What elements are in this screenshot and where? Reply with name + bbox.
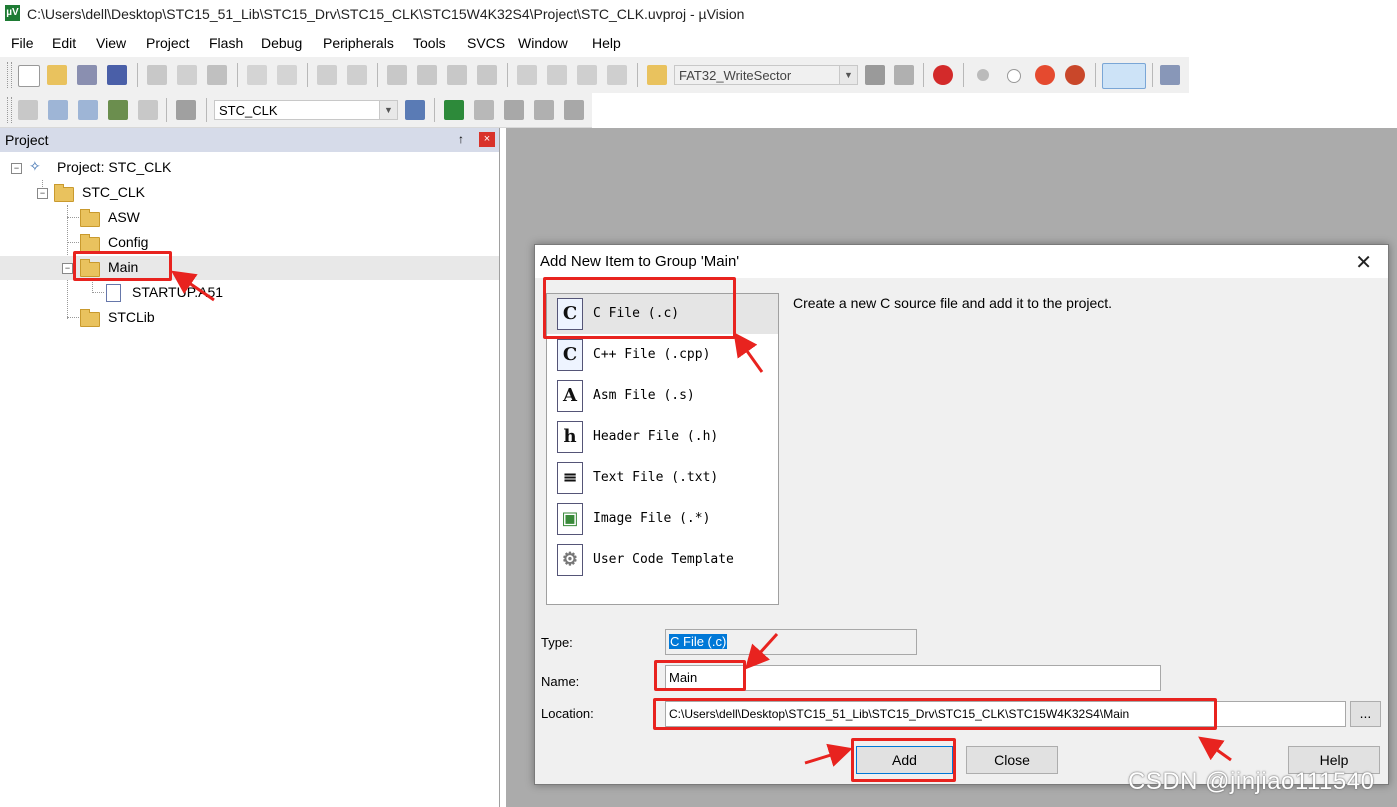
annotation-arrow — [744, 632, 779, 670]
annotation-arrows — [171, 270, 1232, 767]
watermark: CSDN @jinjiao111540 — [1128, 768, 1375, 795]
annotation-arrow — [804, 743, 853, 767]
annotation-arrow — [171, 270, 215, 302]
annotation-arrow — [1198, 736, 1232, 762]
annotation-arrow — [733, 332, 764, 373]
